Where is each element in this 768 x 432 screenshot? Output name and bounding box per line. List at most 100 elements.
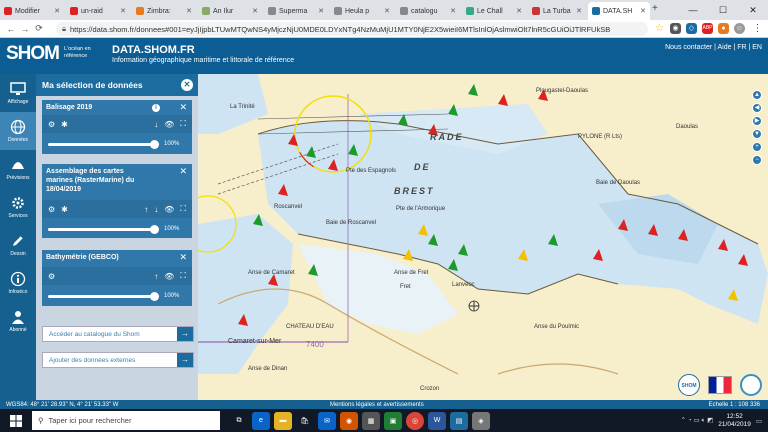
header-links[interactable]: Nous contacter | Aide | FR | EN <box>665 44 762 51</box>
legal-link[interactable]: Mentions légales et avertissements <box>330 402 424 408</box>
pan-right-icon[interactable]: ▶ <box>752 116 762 126</box>
taskbar-search[interactable]: ⚲ Taper ici pour rechercher <box>32 411 220 430</box>
edge-browser-icon[interactable]: e <box>252 411 270 430</box>
close-icon[interactable]: ✕ <box>252 7 258 15</box>
opacity-track[interactable] <box>48 224 159 234</box>
panel-close-button[interactable]: ✕ <box>181 79 193 91</box>
layer-settings-icon[interactable]: ⚙ <box>48 205 55 214</box>
menu-dots-icon[interactable]: ⋮ <box>752 23 763 34</box>
windows-start-button[interactable] <box>0 409 32 432</box>
forward-button[interactable]: → <box>18 24 32 34</box>
shom-logo[interactable]: SHOM L'océan en référence <box>4 40 100 72</box>
browser-tab[interactable]: Zimbra: ✕ <box>132 2 196 20</box>
close-icon[interactable]: ✕ <box>384 7 390 15</box>
sidebar-item-affichage[interactable]: Affichage <box>0 74 36 112</box>
new-tab-button[interactable]: + <box>652 3 658 14</box>
close-icon[interactable]: ✕ <box>640 7 646 15</box>
address-bar[interactable]: 🔒︎ https://data.shom.fr/donnees#001=eyJj… <box>56 22 648 36</box>
back-button[interactable]: ← <box>4 24 18 34</box>
browser-tab[interactable]: La Turba ✕ <box>528 2 586 20</box>
sidebar-item-donnees[interactable]: Données <box>0 112 36 150</box>
mail-icon[interactable]: ✉ <box>318 411 336 430</box>
layer-visibility-icon[interactable]: 👁︎ <box>164 205 174 214</box>
browser-tab[interactable]: Heula p ✕ <box>330 2 394 20</box>
sidebar-item-dessin[interactable]: Dessin <box>0 226 36 264</box>
close-icon[interactable]: ✕ <box>576 7 582 15</box>
browser-tab[interactable]: An Ilur ✕ <box>198 2 262 20</box>
maximize-icon[interactable]: ☐ <box>708 0 738 20</box>
pan-left-icon[interactable]: ◀ <box>752 103 762 113</box>
clock[interactable]: 12:52 21/04/2019 <box>718 413 751 429</box>
layer-down-icon[interactable]: ↓ <box>154 120 158 129</box>
sidebar-item-previsions[interactable]: Prévisions <box>0 150 36 188</box>
app-icon[interactable]: ▤ <box>450 411 468 430</box>
zoom-out-icon[interactable]: − <box>752 155 762 165</box>
app-icon[interactable]: ◈ <box>472 411 490 430</box>
tray-icons[interactable]: ⌃ ◔ ▭ 🔈︎ ◩ <box>681 416 714 425</box>
browser-tab[interactable]: Modifier ✕ <box>0 2 64 20</box>
close-icon[interactable]: ✕ <box>516 7 522 15</box>
layer-remove-icon[interactable]: ✕ <box>179 166 187 177</box>
firefox-icon[interactable]: ◉ <box>340 411 358 430</box>
chrome-icon[interactable]: ◎ <box>406 411 424 430</box>
reload-button[interactable]: ⟳ <box>32 23 46 34</box>
close-icon[interactable]: ✕ <box>120 7 126 15</box>
layer-opacity-slider[interactable]: 100% <box>42 135 192 153</box>
profile-icon[interactable]: ☺ <box>734 23 745 34</box>
sidebar-item-services[interactable]: Services <box>0 188 36 226</box>
app-icon[interactable]: ▣ <box>384 411 402 430</box>
layer-tools-icon[interactable]: ✱ <box>61 120 68 129</box>
close-icon[interactable]: ✕ <box>450 7 456 15</box>
layer-zoom-extent-icon[interactable]: ⛶ <box>180 204 186 214</box>
app-icon[interactable]: ▦ <box>362 411 380 430</box>
external-data-button[interactable]: Ajouter des données externes → <box>42 352 194 368</box>
layer-opacity-slider[interactable]: 100% <box>42 220 192 238</box>
layer-up-icon[interactable]: ↑ <box>154 272 158 281</box>
opacity-track[interactable] <box>48 291 159 301</box>
extension-icon[interactable]: ◉ <box>670 23 681 34</box>
browser-tab-active[interactable]: DATA.SH ✕ <box>588 2 650 20</box>
browser-tab[interactable]: Superma ✕ <box>264 2 328 20</box>
layer-settings-icon[interactable]: ⚙ <box>48 272 55 281</box>
close-icon[interactable]: ✕ <box>318 7 324 15</box>
catalog-button[interactable]: Accéder au catalogue du Shom → <box>42 326 194 342</box>
opacity-knob[interactable] <box>150 139 159 149</box>
word-icon[interactable]: W <box>428 411 446 430</box>
browser-tab[interactable]: catalogu ✕ <box>396 2 460 20</box>
adblock-icon[interactable]: ABP <box>702 23 713 34</box>
layer-tools-icon[interactable]: ✱ <box>61 205 68 214</box>
layer-visibility-icon[interactable]: 👁︎ <box>164 120 174 129</box>
extension-icon[interactable]: ● <box>718 23 729 34</box>
layer-zoom-extent-icon[interactable]: ⛶ <box>180 271 186 281</box>
layer-visibility-icon[interactable]: 👁︎ <box>164 272 174 281</box>
layer-remove-icon[interactable]: ✕ <box>179 102 187 113</box>
layer-up-icon[interactable]: ↑ <box>144 205 148 214</box>
extension-icon[interactable]: ◇ <box>686 23 697 34</box>
browser-tab[interactable]: Le Chall ✕ <box>462 2 526 20</box>
layer-zoom-extent-icon[interactable]: ⛶ <box>180 119 186 129</box>
pan-down-icon[interactable]: ▼ <box>752 129 762 139</box>
opacity-track[interactable] <box>48 139 159 149</box>
layer-info-icon[interactable]: i <box>152 104 160 112</box>
opacity-knob[interactable] <box>150 291 159 301</box>
layer-remove-icon[interactable]: ✕ <box>179 252 187 263</box>
store-icon[interactable]: 🛍︎ <box>296 412 314 430</box>
notifications-icon[interactable]: ▭ <box>756 417 762 425</box>
minimize-icon[interactable]: — <box>678 0 708 20</box>
layer-settings-icon[interactable]: ⚙ <box>48 120 55 129</box>
nautical-chart-map[interactable]: RADE DE BREST Baie de Daoulas Daoulas Pl… <box>198 74 768 400</box>
zoom-in-icon[interactable]: + <box>752 142 762 152</box>
browser-tab[interactable]: un-raid ✕ <box>66 2 130 20</box>
layer-opacity-slider[interactable]: 100% <box>42 287 192 305</box>
close-icon[interactable]: ✕ <box>186 7 192 15</box>
sidebar-item-infoseco[interactable]: Infoséco <box>0 264 36 302</box>
star-icon[interactable]: ☆ <box>654 23 665 34</box>
map-canvas[interactable] <box>198 74 768 400</box>
pan-up-icon[interactable]: ▲ <box>752 90 762 100</box>
sidebar-item-abonne[interactable]: Abonné <box>0 302 36 340</box>
layer-down-icon[interactable]: ↓ <box>154 205 158 214</box>
opacity-knob[interactable] <box>150 224 159 234</box>
file-explorer-icon[interactable]: ▬ <box>274 411 292 430</box>
close-icon[interactable]: ✕ <box>54 7 60 15</box>
task-view-icon[interactable]: ⧉ <box>230 412 248 430</box>
